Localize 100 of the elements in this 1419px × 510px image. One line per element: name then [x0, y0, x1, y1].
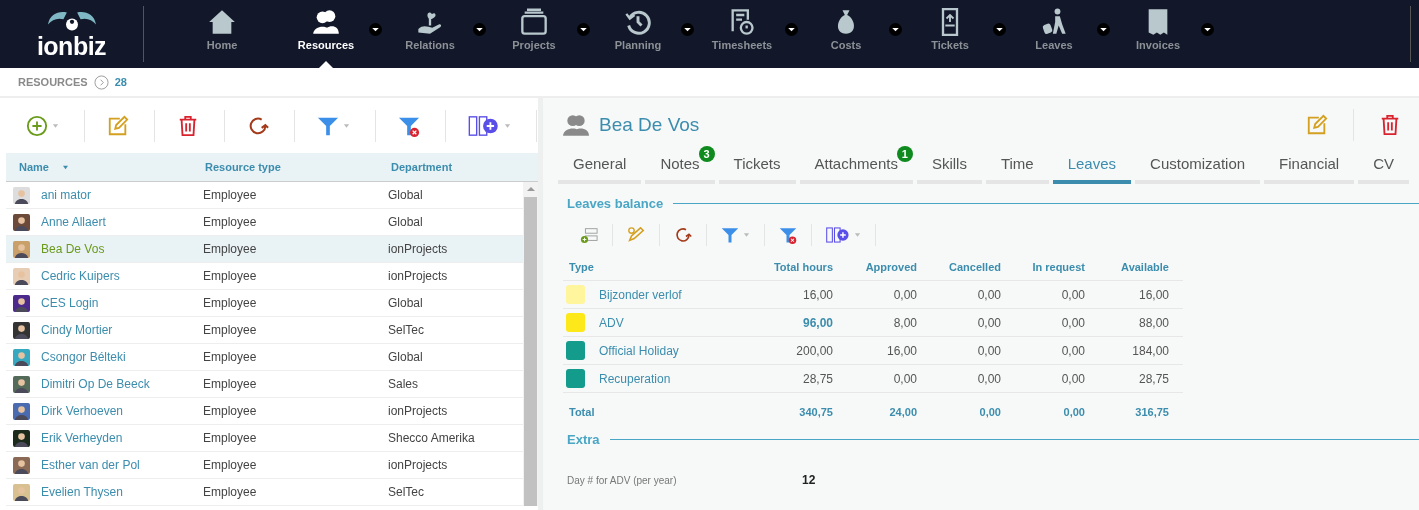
resource-name: Esther van der Pol [41, 458, 140, 472]
tab[interactable]: Tickets [718, 152, 796, 184]
table-row[interactable]: Bea De Vos Employee ionProjects [6, 236, 523, 263]
table-row[interactable]: Dimitri Op De Beeck Employee Sales [6, 371, 523, 398]
refresh-icon[interactable] [247, 115, 269, 137]
caret-icon[interactable] [993, 23, 1006, 36]
nav-item[interactable]: Invoices [1136, 0, 1180, 68]
caret-icon[interactable] [473, 23, 486, 36]
nav-item[interactable]: Leaves [1035, 0, 1073, 68]
table-cell: Employee [203, 350, 257, 364]
table-row[interactable]: Cedric Kuipers Employee ionProjects [6, 263, 523, 290]
table-cell-text: 0,00 [1060, 371, 1085, 386]
table-cell: Employee [203, 431, 257, 445]
table-cell: SelTec [388, 323, 425, 337]
column-header[interactable]: Total hours [749, 260, 833, 273]
table-cell: Sales [388, 377, 419, 391]
add-column-icon[interactable] [826, 226, 850, 244]
table-cell: Global [388, 296, 423, 310]
leave-type: ADV [599, 315, 624, 330]
table-row[interactable]: Evelien Thysen Employee SelTec [6, 479, 523, 506]
table-cell: Global [388, 215, 423, 229]
total-cell-text: 0,00 [978, 405, 1001, 418]
nav-item[interactable]: Tickets [931, 0, 969, 68]
resource-name: Dirk Verhoeven [41, 404, 124, 418]
refresh-icon[interactable] [674, 226, 692, 244]
clear-filter-icon[interactable] [398, 115, 420, 137]
nav-item[interactable]: Timesheets [711, 0, 773, 68]
caret-icon[interactable] [577, 23, 590, 36]
tab[interactable]: Customization [1135, 152, 1261, 184]
nav-item[interactable]: Home [206, 0, 238, 68]
table-cell-text: 0,00 [976, 287, 1001, 302]
table-cell-text: 8,00 [892, 315, 917, 330]
tab[interactable]: Leaves [1052, 152, 1132, 184]
folders-icon [520, 8, 548, 36]
caret-icon[interactable] [785, 23, 798, 36]
column-header[interactable]: Cancelled [917, 260, 1001, 273]
table-cell-text: 88,00 [1137, 315, 1169, 330]
nav-item[interactable]: Relations [405, 0, 455, 68]
tab[interactable]: Skills [916, 152, 982, 184]
tab[interactable]: Time [985, 152, 1049, 184]
table-row[interactable]: Esther van der Pol Employee ionProjects [6, 452, 523, 479]
total-cell-text: 24,00 [888, 405, 917, 418]
column-header[interactable]: Type [563, 260, 749, 273]
table-row[interactable]: Csongor Bélteki Employee Global [6, 344, 523, 371]
table-cell: Employee [203, 296, 257, 310]
table-row[interactable]: Cindy Mortier Employee SelTec [6, 317, 523, 344]
logo-text: ionbiz [36, 33, 107, 59]
column-header[interactable]: Available [1085, 260, 1169, 273]
caret-icon[interactable] [681, 23, 694, 36]
caret-icon[interactable] [1097, 23, 1110, 36]
nav-item[interactable]: Projects [512, 0, 556, 68]
table-cell: Employee [203, 323, 257, 337]
delete-icon[interactable] [1379, 114, 1401, 136]
section-title: Extra [567, 432, 600, 447]
field-value: 12 [802, 473, 816, 487]
filter-icon[interactable] [721, 226, 739, 244]
tab[interactable]: Financial [1264, 152, 1355, 184]
clock-icon [624, 8, 652, 36]
table-cell-text: 200,00 [795, 343, 833, 358]
home-icon [208, 8, 236, 36]
people-icon [312, 8, 340, 36]
caret-icon[interactable] [889, 23, 902, 36]
nav-item[interactable]: Resources [297, 0, 355, 68]
table-row[interactable]: ani mator Employee Global [6, 182, 523, 209]
table-cell: Employee [203, 242, 257, 256]
resource-name: CES Login [41, 296, 99, 310]
filter-icon[interactable] [317, 115, 339, 137]
caret-icon[interactable] [369, 23, 382, 36]
table-cell: Employee [203, 458, 257, 472]
column-header[interactable]: In request [1001, 260, 1085, 273]
table-cell: Employee [203, 377, 257, 391]
table-cell: Employee [203, 269, 257, 283]
tab[interactable]: General [558, 152, 642, 184]
sort-icon[interactable] [62, 165, 69, 170]
add-icon[interactable] [26, 115, 48, 137]
delete-icon[interactable] [177, 115, 199, 137]
tab[interactable]: CV [1358, 152, 1409, 184]
add-row-icon[interactable] [580, 226, 598, 244]
table-cell: SelTec [388, 485, 425, 499]
table-cell: Employee [203, 215, 257, 229]
table-cell: ionProjects [388, 269, 448, 283]
add-column-icon[interactable] [468, 115, 500, 137]
table-cell-text: 0,00 [976, 371, 1001, 386]
table-cell: Employee [203, 404, 257, 418]
clear-filter-icon[interactable] [779, 226, 797, 244]
walking-person-icon [1040, 8, 1068, 36]
caret-icon[interactable] [1201, 23, 1214, 36]
nav-item[interactable]: Planning [614, 0, 662, 68]
table-row[interactable]: Erik Verheyden Employee Shecco Amerika [6, 425, 523, 452]
scrollbar[interactable] [523, 182, 538, 506]
nav-item[interactable]: Costs [830, 0, 862, 68]
column-header[interactable]: Approved [833, 260, 917, 273]
leave-type: Official Holiday [599, 343, 679, 358]
table-cell: ionProjects [388, 458, 448, 472]
table-row[interactable]: Dirk Verhoeven Employee ionProjects [6, 398, 523, 425]
table-cell-text: 0,00 [892, 371, 917, 386]
total-cell-text: 316,75 [1134, 405, 1169, 418]
table-cell: Shecco Amerika [388, 431, 475, 445]
table-row[interactable]: CES Login Employee Global [6, 290, 523, 317]
resource-name: Evelien Thysen [41, 485, 123, 499]
